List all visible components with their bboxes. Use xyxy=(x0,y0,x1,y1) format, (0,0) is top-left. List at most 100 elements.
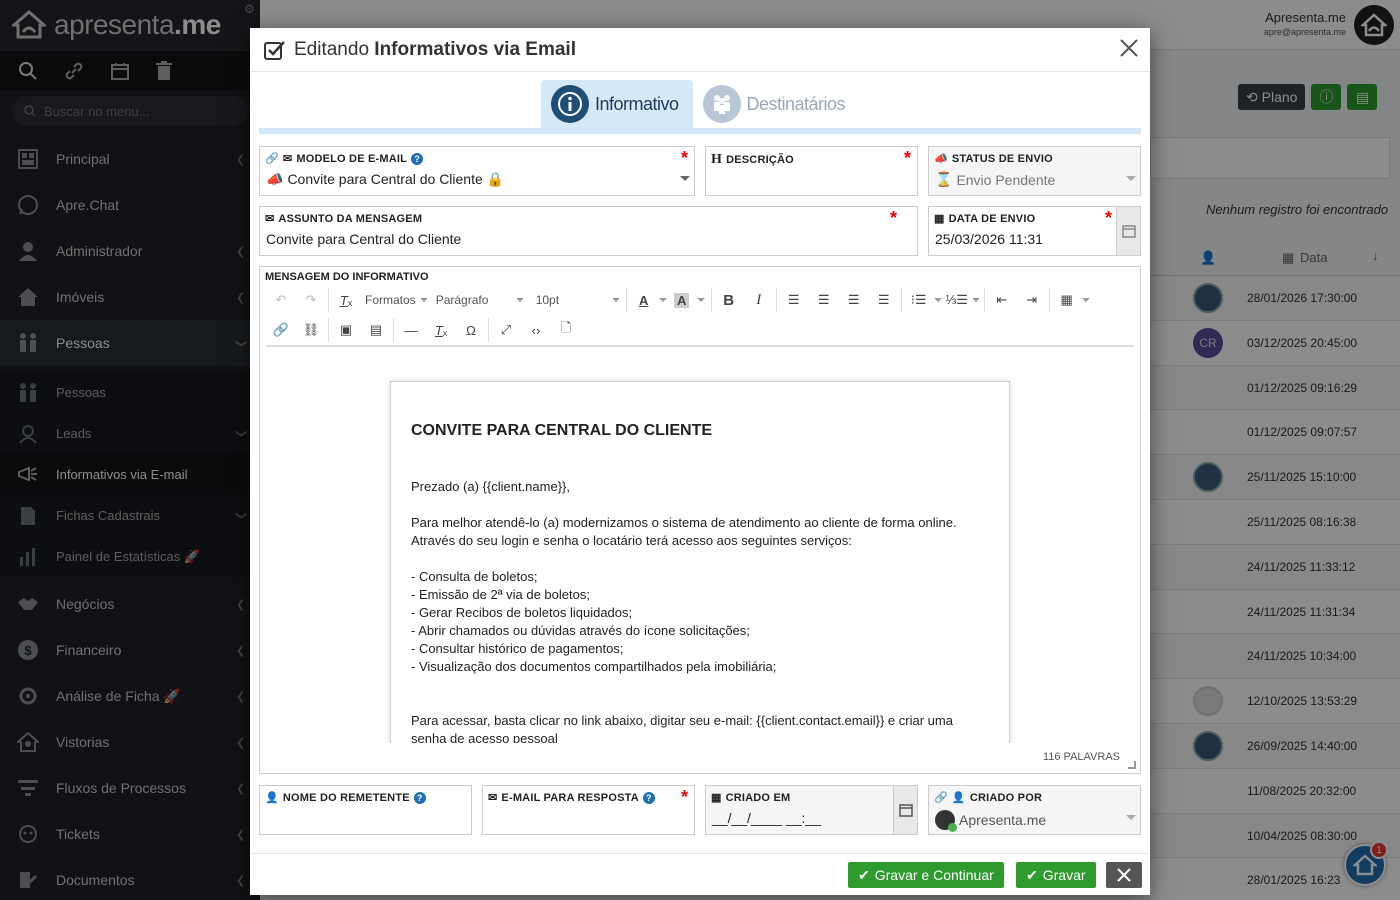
edit-check-icon xyxy=(264,40,285,60)
required-indicator: * xyxy=(903,148,911,168)
message-editor: MENSAGEM DO INFORMATIVO ↶ ↷ Tₓ Formatos … xyxy=(259,266,1141,774)
send-status-value: Envio Pendente xyxy=(956,171,1056,188)
subject-value: Convite para Central do Cliente xyxy=(266,231,462,247)
required-indicator: * xyxy=(680,148,688,168)
clear-format-icon[interactable]: Tₓ xyxy=(331,287,361,313)
text-color-icon[interactable]: A xyxy=(629,287,659,313)
bullet-list-icon[interactable]: ⁝☰ xyxy=(904,287,934,313)
bold-icon[interactable]: B xyxy=(714,287,744,313)
indent-icon[interactable]: ⇥ xyxy=(1017,287,1047,313)
reply-email-field[interactable]: ✉ E-MAIL PARA RESPOSTA? * xyxy=(482,785,695,835)
close-icon[interactable] xyxy=(1118,37,1140,59)
horizontal-rule-icon[interactable]: — xyxy=(396,317,426,343)
modal-tabs: Informativo Destinatários xyxy=(259,80,1141,134)
created-at-placeholder: __/__/____ __:__ xyxy=(712,810,821,826)
help-icon[interactable]: ? xyxy=(642,791,655,804)
people-icon xyxy=(702,85,741,123)
email-model-value: Convite para Central do Cliente 🔒 xyxy=(287,171,505,187)
clear-format-icon[interactable]: Tₓ xyxy=(426,317,456,343)
created-by-value: Apresenta.me xyxy=(959,812,1047,828)
align-left-icon[interactable]: ☰ xyxy=(779,287,809,313)
send-date-value: 25/03/2026 11:31 xyxy=(935,231,1043,247)
source-code-icon[interactable]: ‹› xyxy=(521,317,551,343)
required-indicator: * xyxy=(680,787,688,807)
reply-email-label: E-MAIL PARA RESPOSTA xyxy=(501,791,639,804)
envelope-icon: ✉ xyxy=(265,213,275,225)
created-at-field[interactable]: ▦ CRIADO EM __/__/____ __:__ xyxy=(705,785,918,835)
sender-name-label: NOME DO REMETENTE xyxy=(282,791,410,804)
word-count: 116 PALAVRAS xyxy=(1042,751,1120,763)
table-icon[interactable]: ▦ xyxy=(1052,287,1082,313)
tab-destinatarios[interactable]: Destinatários xyxy=(693,80,860,128)
chevron-down-icon[interactable] xyxy=(1126,815,1136,820)
subject-field[interactable]: ✉ ASSUNTO DA MENSAGEM * Convite para Cent… xyxy=(259,206,918,256)
chevron-down-icon[interactable] xyxy=(1126,176,1136,181)
modal-title: Editando Informativos via Email xyxy=(294,38,576,60)
description-label: DESCRIÇÃO xyxy=(726,154,794,166)
help-icon[interactable]: ? xyxy=(411,152,424,165)
hourglass-icon: ⌛ xyxy=(935,171,953,187)
link-icon[interactable]: 🔗 xyxy=(934,791,948,804)
save-continue-button[interactable]: ✔ Gravar e Continuar xyxy=(848,862,1004,888)
align-center-icon[interactable]: ☰ xyxy=(809,287,839,313)
sender-name-field[interactable]: 👤 NOME DO REMETENTE? xyxy=(259,785,472,835)
created-by-field[interactable]: 🔗 👤 CRIADO POR Apresenta.me xyxy=(928,785,1141,835)
check-circle-icon: ✔ xyxy=(858,866,870,883)
resize-handle[interactable] xyxy=(1128,761,1136,769)
email-service-list: - Consulta de boletos; - Emissão de 2ª v… xyxy=(411,569,777,674)
bullhorn-icon: 📣 xyxy=(934,153,948,165)
align-justify-icon[interactable]: ☰ xyxy=(869,287,899,313)
calendar-icon xyxy=(898,804,913,817)
highlight-color-icon[interactable]: A xyxy=(667,287,697,313)
calendar-picker-button[interactable] xyxy=(1116,207,1140,255)
calendar-icon xyxy=(1121,225,1136,238)
fullscreen-icon[interactable]: ⤢ xyxy=(491,317,521,343)
email-access-1: Para acessar, basta clicar no link abaix… xyxy=(411,713,953,728)
calendar-icon: ▦ xyxy=(711,792,722,804)
numbered-list-icon[interactable]: ⅓☰ xyxy=(942,287,972,313)
close-icon xyxy=(1117,868,1131,882)
new-document-icon[interactable]: 🗋 xyxy=(551,317,581,343)
paragraph-dropdown[interactable]: Parágrafo xyxy=(432,287,528,313)
redo-icon[interactable]: ↷ xyxy=(296,287,326,313)
subject-label: ASSUNTO DA MENSAGEM xyxy=(278,212,423,225)
modal-header: Editando Informativos via Email xyxy=(250,28,1150,72)
calendar-picker-button[interactable] xyxy=(893,786,917,834)
heading-icon: H xyxy=(711,152,723,167)
cancel-button[interactable] xyxy=(1106,862,1142,888)
chevron-down-icon[interactable] xyxy=(680,176,690,181)
created-by-label: CRIADO POR xyxy=(969,791,1043,804)
link-icon[interactable]: 🔗 xyxy=(265,152,279,165)
avatar xyxy=(935,810,957,832)
send-status-field[interactable]: 📣 STATUS DE ENVIO ⌛ Envio Pendente xyxy=(928,146,1141,196)
formats-dropdown[interactable]: Formatos xyxy=(361,287,432,313)
email-heading: CONVITE PARA CENTRAL DO CLIENTE xyxy=(411,422,713,439)
help-icon[interactable]: ? xyxy=(413,791,426,804)
user-icon: 👤 xyxy=(951,792,966,804)
font-size-dropdown[interactable]: 10pt xyxy=(532,287,624,313)
info-icon xyxy=(550,85,589,123)
italic-icon[interactable]: I xyxy=(744,287,774,313)
created-at-label: CRIADO EM xyxy=(725,791,791,804)
editor-content[interactable]: CONVITE PARA CENTRAL DO CLIENTE Prezado … xyxy=(266,349,1134,743)
outdent-icon[interactable]: ⇤ xyxy=(987,287,1017,313)
undo-icon[interactable]: ↶ xyxy=(266,287,296,313)
send-date-field[interactable]: ▦ DATA DE ENVIO * 25/03/2026 11:31 xyxy=(928,206,1141,256)
required-indicator: * xyxy=(889,208,897,228)
image-icon[interactable]: ▣ xyxy=(331,317,361,343)
tab-informativo[interactable]: Informativo xyxy=(540,80,693,128)
save-button[interactable]: ✔ Gravar xyxy=(1016,862,1096,888)
email-intro-2: Através do seu login e senha o locatário… xyxy=(411,533,852,548)
message-label: MENSAGEM DO INFORMATIVO xyxy=(265,271,429,283)
unlink-icon[interactable]: ⛓ xyxy=(296,317,326,343)
link-icon[interactable]: 🔗 xyxy=(266,317,296,343)
email-intro-1: Para melhor atendê-lo (a) modernizamos o… xyxy=(411,515,957,530)
required-indicator: * xyxy=(1104,208,1112,228)
email-model-field[interactable]: 🔗 ✉ MODELO DE E-MAIL? * 📣 Convite para Cent… xyxy=(259,146,695,196)
special-char-icon[interactable]: Ω xyxy=(456,317,486,343)
description-field[interactable]: H DESCRIÇÃO * xyxy=(705,146,918,196)
calendar-icon: ▦ xyxy=(934,213,945,225)
align-right-icon[interactable]: ☰ xyxy=(839,287,869,313)
media-icon[interactable]: ▤ xyxy=(361,317,391,343)
user-icon: 👤 xyxy=(265,792,279,804)
